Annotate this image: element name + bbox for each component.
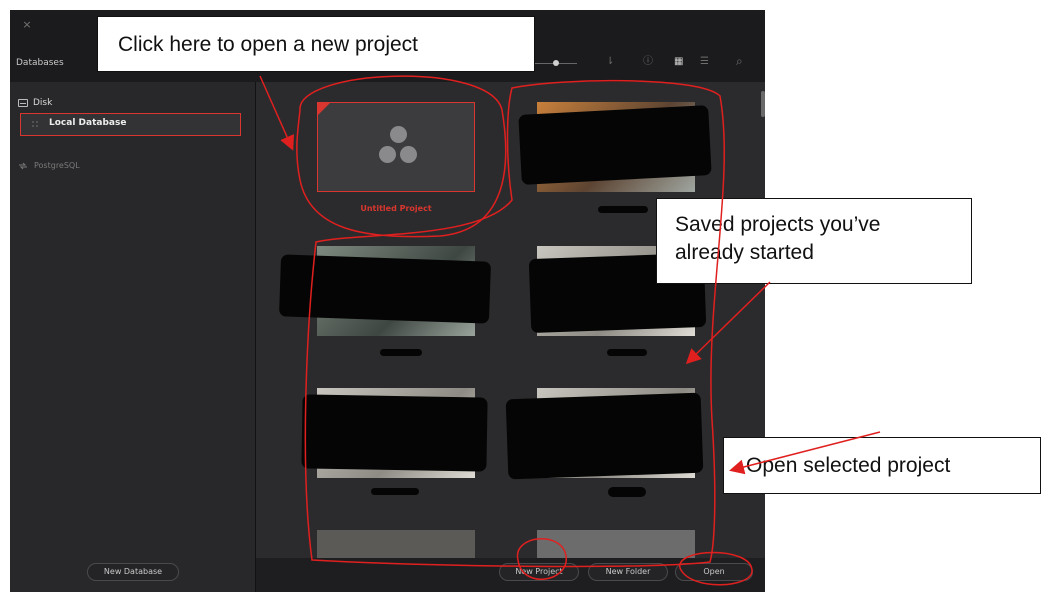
- callout-open: Open selected project: [723, 437, 1041, 494]
- untitled-project-title: Untitled Project: [360, 204, 432, 213]
- project-thumbnail[interactable]: [537, 530, 695, 558]
- callout-saved-line2: already started: [675, 241, 814, 264]
- disk-icon: [18, 99, 28, 107]
- resolve-logo-icon: [375, 125, 421, 171]
- disk-section[interactable]: Disk: [18, 96, 52, 110]
- connect-icon: [19, 162, 27, 169]
- callout-new-project-text: Click here to open a new project: [118, 33, 418, 56]
- redaction-scribble: [301, 394, 488, 472]
- callout-new-project: Click here to open a new project: [97, 16, 535, 72]
- redacted-project-name: [380, 349, 422, 356]
- drag-handle-icon: [31, 120, 39, 129]
- new-project-button[interactable]: New Project: [499, 563, 579, 581]
- local-database-label: Local Database: [49, 118, 127, 128]
- scrollbar[interactable]: [761, 91, 765, 117]
- callout-saved-line1: Saved projects you’ve: [675, 213, 881, 236]
- info-icon[interactable]: ⓘ: [643, 57, 653, 67]
- project-manager-window: × Databases Disk Local Database PostgreS…: [10, 10, 765, 592]
- redaction-scribble: [278, 254, 492, 324]
- sidebar-item-postgresql[interactable]: PostgreSQL: [18, 161, 80, 170]
- redacted-project-name: [608, 487, 646, 497]
- sort-icon[interactable]: ⇂: [606, 57, 614, 67]
- callout-open-text: Open selected project: [746, 454, 951, 477]
- untitled-project-tile[interactable]: [317, 102, 475, 192]
- selected-corner-icon: [318, 103, 330, 115]
- redacted-project-name: [607, 349, 647, 356]
- slider-handle[interactable]: [553, 60, 559, 66]
- callout-saved-projects: Saved projects you’ve already started: [656, 198, 972, 284]
- disk-label: Disk: [33, 98, 53, 108]
- databases-sidebar: [10, 82, 256, 592]
- redaction-scribble: [505, 392, 704, 480]
- close-icon[interactable]: ×: [20, 18, 34, 32]
- search-icon[interactable]: ⌕: [736, 55, 743, 67]
- redacted-project-name: [371, 488, 419, 495]
- postgresql-label: PostgreSQL: [34, 161, 80, 170]
- open-button[interactable]: Open: [675, 563, 753, 581]
- redacted-project-name: [598, 206, 648, 213]
- redaction-scribble: [518, 105, 712, 185]
- project-thumbnail[interactable]: [317, 530, 475, 558]
- new-folder-button[interactable]: New Folder: [588, 563, 668, 581]
- grid-view-icon[interactable]: ▦: [674, 57, 683, 67]
- sidebar-item-local-database[interactable]: Local Database: [20, 113, 241, 136]
- new-database-button[interactable]: New Database: [87, 563, 179, 581]
- databases-title: Databases: [16, 58, 64, 68]
- list-view-icon[interactable]: ☰: [700, 57, 709, 67]
